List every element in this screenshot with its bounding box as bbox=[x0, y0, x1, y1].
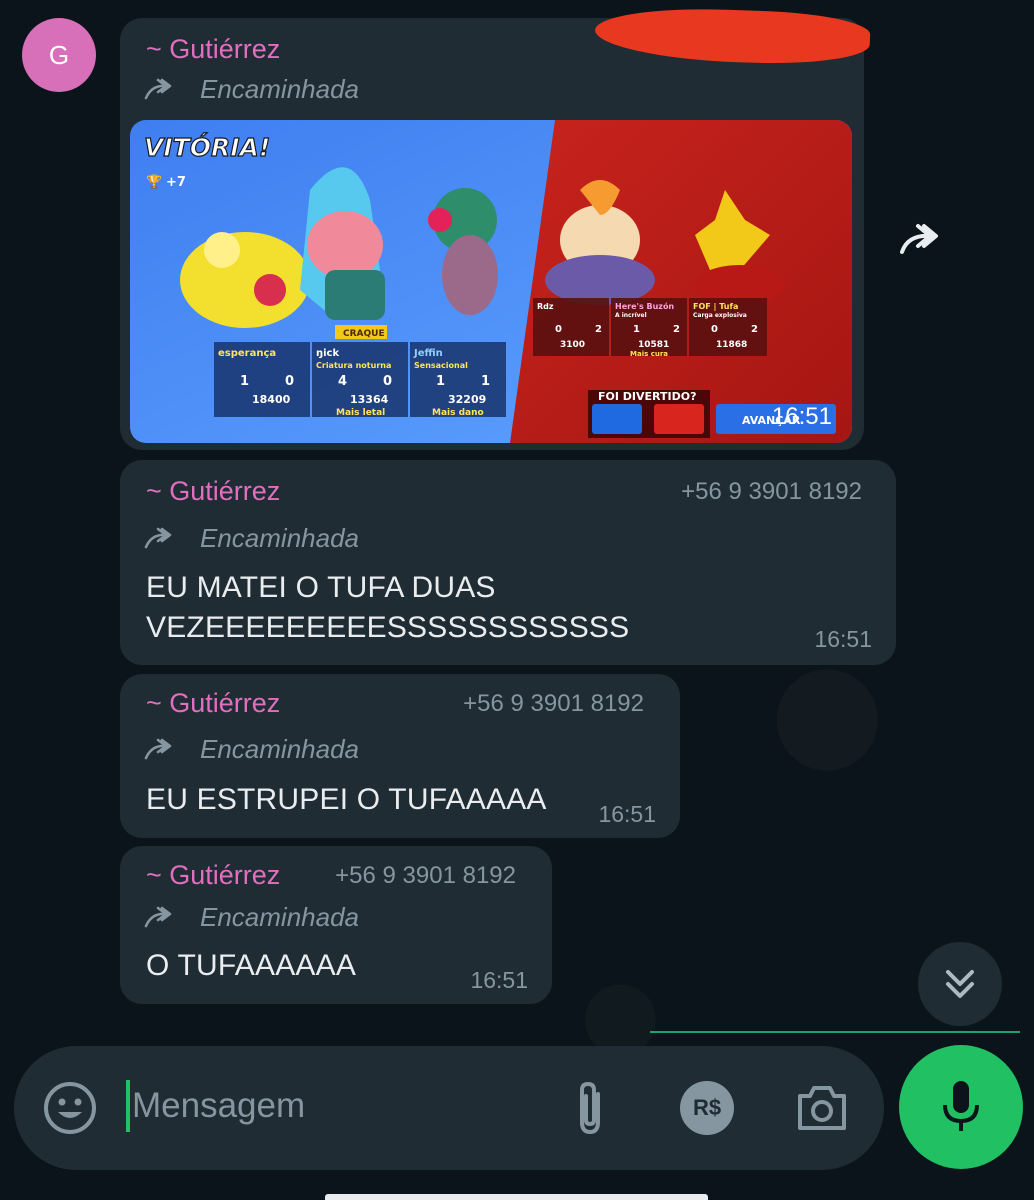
player-deaths: 2 bbox=[595, 324, 602, 335]
player-deaths: 2 bbox=[751, 324, 758, 335]
player-score: 13364 bbox=[350, 393, 389, 406]
thumbs-up-icon bbox=[592, 404, 642, 434]
thumbs-down-icon bbox=[654, 404, 704, 434]
forwarded-label: Encaminhada bbox=[144, 74, 359, 105]
sender-phone: +56 9 3901 8192 bbox=[463, 690, 644, 717]
forward-arrow-icon bbox=[144, 527, 172, 548]
player-title: Criatura noturna bbox=[316, 361, 391, 370]
sender-name[interactable]: ~ Gutiérrez bbox=[146, 688, 280, 719]
player-badge: Mais letal bbox=[336, 408, 385, 418]
text-caret bbox=[126, 1080, 130, 1132]
trophy-count: +7 bbox=[166, 175, 186, 190]
payment-label: R$ bbox=[692, 1095, 722, 1120]
forwarded-label: Encaminhada bbox=[144, 523, 359, 554]
attach-icon[interactable] bbox=[570, 1078, 610, 1143]
message-bubble-image[interactable]: ~ Gutiérrez Encaminhada VITÓRIA! 🏆 +7 es… bbox=[120, 18, 864, 450]
sender-name[interactable]: ~ Gutiérrez bbox=[146, 476, 280, 507]
forward-message-icon[interactable] bbox=[898, 218, 954, 258]
player-kills: 0 bbox=[555, 324, 562, 335]
forward-arrow-icon bbox=[144, 78, 172, 99]
sender-phone: +56 9 3901 8192 bbox=[681, 478, 862, 505]
message-line: EU ESTRUPEI O TUFAAAAA bbox=[146, 783, 547, 816]
player-name: FOF | Tufa bbox=[693, 302, 738, 311]
message-text: O TUFAAAAAA bbox=[146, 946, 356, 986]
game-screenshot-svg: VITÓRIA! 🏆 +7 esperança ŋick Jeffin Cria… bbox=[130, 120, 852, 443]
player-score: 3100 bbox=[560, 340, 585, 350]
payment-icon[interactable]: R$ bbox=[680, 1081, 734, 1135]
forwarded-label: Encaminhada bbox=[144, 734, 359, 765]
craque-badge: CRAQUE bbox=[343, 329, 385, 339]
home-indicator bbox=[325, 1194, 708, 1200]
sender-avatar[interactable]: G bbox=[22, 18, 96, 92]
message-bubble-text[interactable]: ~ Gutiérrez +56 9 3901 8192 Encaminhada … bbox=[120, 460, 896, 665]
message-time: 16:51 bbox=[771, 403, 832, 430]
player-title: A incrível bbox=[615, 312, 647, 319]
forwarded-text: Encaminhada bbox=[200, 523, 359, 553]
player-title: Carga explosiva bbox=[693, 312, 747, 319]
forward-arrow-icon bbox=[144, 738, 172, 759]
player-kills: 4 bbox=[338, 374, 347, 389]
message-time: 16:51 bbox=[598, 801, 656, 827]
double-chevron-down-icon bbox=[946, 970, 974, 998]
player-kills: 1 bbox=[436, 374, 445, 389]
forwarded-text: Encaminhada bbox=[200, 734, 359, 764]
message-time: 16:51 bbox=[814, 626, 872, 652]
player-deaths: 2 bbox=[673, 324, 680, 335]
message-text: EU ESTRUPEI O TUFAAAAA bbox=[146, 780, 547, 820]
player-deaths: 0 bbox=[285, 374, 294, 389]
camera-icon[interactable] bbox=[794, 1082, 850, 1139]
player-name: Jeffin bbox=[413, 348, 443, 359]
voice-message-button[interactable] bbox=[899, 1045, 1023, 1169]
mic-icon bbox=[943, 1081, 979, 1131]
player-score: 18400 bbox=[252, 393, 291, 406]
player-kills: 1 bbox=[240, 374, 249, 389]
message-bubble-text[interactable]: ~ Gutiérrez +56 9 3901 8192 Encaminhada … bbox=[120, 846, 552, 1004]
game-result-image[interactable]: VITÓRIA! 🏆 +7 esperança ŋick Jeffin Cria… bbox=[130, 120, 852, 443]
sender-name[interactable]: ~ Gutiérrez bbox=[146, 860, 280, 891]
avatar-letter: G bbox=[48, 39, 70, 70]
forwarded-label: Encaminhada bbox=[144, 902, 359, 933]
victory-banner: VITÓRIA! bbox=[144, 132, 270, 162]
forwarded-text: Encaminhada bbox=[200, 902, 359, 932]
player-name: ŋick bbox=[316, 348, 339, 359]
player-deaths: 0 bbox=[383, 374, 392, 389]
message-input[interactable]: Mensagem bbox=[132, 1086, 305, 1126]
divider-line bbox=[650, 1031, 1020, 1033]
sender-phone: +56 9 3901 8192 bbox=[335, 862, 516, 889]
scroll-to-bottom-button[interactable] bbox=[918, 942, 1002, 1026]
message-bubble-text[interactable]: ~ Gutiérrez +56 9 3901 8192 Encaminhada … bbox=[120, 674, 680, 838]
message-text: EU MATEI O TUFA DUAS VEZEEEEEEEEESSSSSSS… bbox=[146, 568, 629, 648]
forwarded-text: Encaminhada bbox=[200, 74, 359, 104]
emoji-icon[interactable] bbox=[42, 1080, 98, 1141]
player-title: Sensacional bbox=[414, 361, 468, 370]
player-kills: 0 bbox=[711, 324, 718, 335]
player-score: 11868 bbox=[716, 340, 747, 350]
forward-arrow-icon bbox=[144, 906, 172, 927]
player-kills: 1 bbox=[633, 324, 640, 335]
trophy-change: 🏆 bbox=[146, 174, 162, 190]
sender-name[interactable]: ~ Gutiérrez bbox=[146, 34, 280, 65]
player-badge: Mais cura bbox=[630, 350, 668, 358]
player-name: Rdz bbox=[537, 302, 554, 311]
brawler-yellow bbox=[180, 232, 310, 328]
message-line: VEZEEEEEEEEESSSSSSSSSSSS bbox=[146, 611, 630, 644]
player-score: 10581 bbox=[638, 340, 669, 350]
player-score: 32209 bbox=[448, 393, 486, 406]
message-line: EU MATEI O TUFA DUAS bbox=[146, 571, 496, 604]
fun-question: FOI DIVERTIDO? bbox=[598, 390, 696, 403]
player-name: Here's Buzón bbox=[615, 301, 674, 311]
player-badge: Mais dano bbox=[432, 408, 484, 418]
message-line: O TUFAAAAAA bbox=[146, 949, 357, 982]
player-deaths: 1 bbox=[481, 374, 490, 389]
message-composer[interactable]: Mensagem R$ bbox=[14, 1046, 884, 1170]
message-time: 16:51 bbox=[470, 967, 528, 993]
player-name: esperança bbox=[218, 348, 276, 359]
